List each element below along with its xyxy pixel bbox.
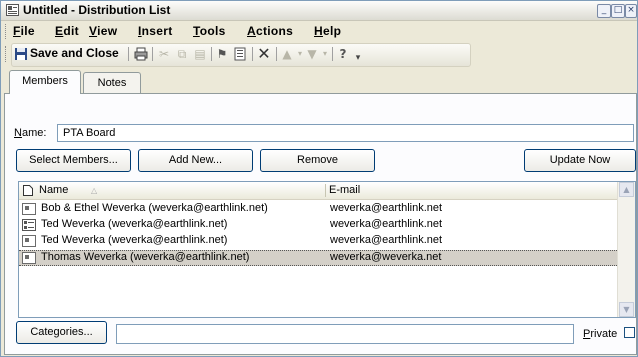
categories-button[interactable]: Categories... xyxy=(16,321,107,344)
scroll-down-arrow-icon[interactable]: ▼ xyxy=(619,302,634,317)
toolbar-separator xyxy=(152,47,153,61)
private-label: Private xyxy=(583,328,618,340)
toolbar-separator xyxy=(128,47,129,61)
toolbar-separator xyxy=(332,47,333,61)
member-name: Ted Weverka (weverka@earthlink.net) xyxy=(41,234,228,246)
toolbar-separator xyxy=(252,47,253,61)
list-item[interactable]: Ted Weverka (weverka@earthlink.net) weve… xyxy=(19,233,617,249)
toolbar-separator xyxy=(276,47,277,61)
name-field[interactable] xyxy=(57,124,634,142)
sort-ascending-icon: △ xyxy=(91,186,98,195)
help-icon[interactable]: ? xyxy=(336,47,350,61)
vertical-scrollbar[interactable]: ▲ ▼ xyxy=(617,182,635,317)
menu-tools[interactable]: Tools xyxy=(193,24,226,38)
menu-grip xyxy=(5,24,9,39)
member-email: weverka@earthlink.net xyxy=(330,234,443,246)
toolbar-grip xyxy=(5,46,9,62)
close-button[interactable]: × xyxy=(625,4,637,18)
contact-icon xyxy=(22,235,36,247)
update-now-button[interactable]: Update Now xyxy=(524,149,636,172)
menu-help[interactable]: Help xyxy=(314,24,341,38)
menu-insert[interactable]: Insert xyxy=(138,24,172,38)
tab-notes[interactable]: Notes xyxy=(83,72,141,93)
standard-toolbar: Save and Close ✂ ⧉ ▤ ⚑ ✕ ▲ ▾ ▼ ▾ ? ▾ xyxy=(1,42,637,67)
list-item[interactable]: Ted Weverka (weverka@earthlink.net) weve… xyxy=(19,217,617,233)
select-members-button[interactable]: Select Members... xyxy=(16,149,131,172)
column-divider[interactable] xyxy=(325,184,326,197)
add-new-button[interactable]: Add New... xyxy=(138,149,253,172)
menu-bar: File Edit View Insert Tools Actions Help xyxy=(1,21,637,42)
save-and-close-label: Save and Close xyxy=(30,46,119,60)
name-column-header[interactable]: Name xyxy=(39,184,68,196)
item-type-column-icon[interactable] xyxy=(23,185,33,196)
toolbar-options-chevron-icon[interactable]: ▾ xyxy=(351,51,365,65)
maximize-button[interactable]: □ xyxy=(611,4,625,18)
distribution-list-window: Untitled - Distribution List _ □ × File … xyxy=(0,0,638,357)
contact-icon xyxy=(22,203,36,215)
member-name: Bob & Ethel Weverka (weverka@earthlink.n… xyxy=(41,202,268,214)
add-new-label: Add New... xyxy=(168,154,223,166)
menu-file[interactable]: File xyxy=(13,24,35,38)
tab-members[interactable]: Members xyxy=(9,70,81,94)
follow-up-flag-icon[interactable]: ⚑ xyxy=(215,47,229,61)
toolbar-separator xyxy=(211,47,212,61)
next-dropdown-icon[interactable]: ▾ xyxy=(318,47,332,61)
save-and-close-button[interactable]: Save and Close xyxy=(30,46,119,62)
paste-icon[interactable]: ▤ xyxy=(193,47,207,61)
select-members-label: Select Members... xyxy=(29,154,118,166)
private-checkbox[interactable] xyxy=(624,327,635,338)
member-name: Ted Weverka (weverka@earthlink.net) xyxy=(41,218,228,230)
remove-button[interactable]: Remove xyxy=(260,149,375,172)
save-icon xyxy=(15,48,27,60)
window-title: Untitled - Distribution List xyxy=(23,3,171,17)
delete-icon[interactable]: ✕ xyxy=(257,46,271,62)
remove-label: Remove xyxy=(297,154,338,166)
distribution-list-icon xyxy=(22,219,36,231)
categories-field[interactable] xyxy=(116,324,574,344)
list-item-selected[interactable]: Thomas Weverka (weverka@earthlink.net) w… xyxy=(19,250,617,266)
tab-notes-label: Notes xyxy=(97,77,127,89)
email-column-header[interactable]: E-mail xyxy=(329,184,360,196)
print-icon[interactable] xyxy=(134,47,148,61)
address-book-icon[interactable] xyxy=(233,47,247,61)
tab-members-label: Members xyxy=(22,75,68,87)
title-bar: Untitled - Distribution List _ □ × xyxy=(1,1,637,21)
menu-actions[interactable]: Actions xyxy=(247,24,293,38)
next-item-icon[interactable]: ▼ xyxy=(305,47,319,61)
cut-icon[interactable]: ✂ xyxy=(157,47,171,61)
update-now-label: Update Now xyxy=(549,154,611,166)
member-name: Thomas Weverka (weverka@earthlink.net) xyxy=(41,251,250,263)
distribution-list-app-icon xyxy=(6,4,19,16)
minimize-button[interactable]: _ xyxy=(597,4,611,18)
previous-item-icon[interactable]: ▲ xyxy=(280,47,294,61)
members-list[interactable]: Name △ E-mail Bob & Ethel Weverka (wever… xyxy=(18,181,636,318)
categories-label: Categories... xyxy=(30,326,93,338)
tab-strip: Members Notes xyxy=(1,70,637,94)
menu-edit[interactable]: Edit xyxy=(55,24,79,38)
contact-icon xyxy=(22,252,36,264)
member-email: weverka@earthlink.net xyxy=(330,202,443,214)
copy-icon[interactable]: ⧉ xyxy=(175,47,189,61)
list-item[interactable]: Bob & Ethel Weverka (weverka@earthlink.n… xyxy=(19,201,617,217)
name-label: Name: xyxy=(14,127,47,139)
menu-view[interactable]: View xyxy=(89,24,117,38)
member-email: weverka@earthlink.net xyxy=(330,218,443,230)
list-header: Name △ E-mail xyxy=(19,182,617,200)
member-email: weverka@weverka.net xyxy=(330,251,442,263)
scroll-up-arrow-icon[interactable]: ▲ xyxy=(619,182,634,197)
